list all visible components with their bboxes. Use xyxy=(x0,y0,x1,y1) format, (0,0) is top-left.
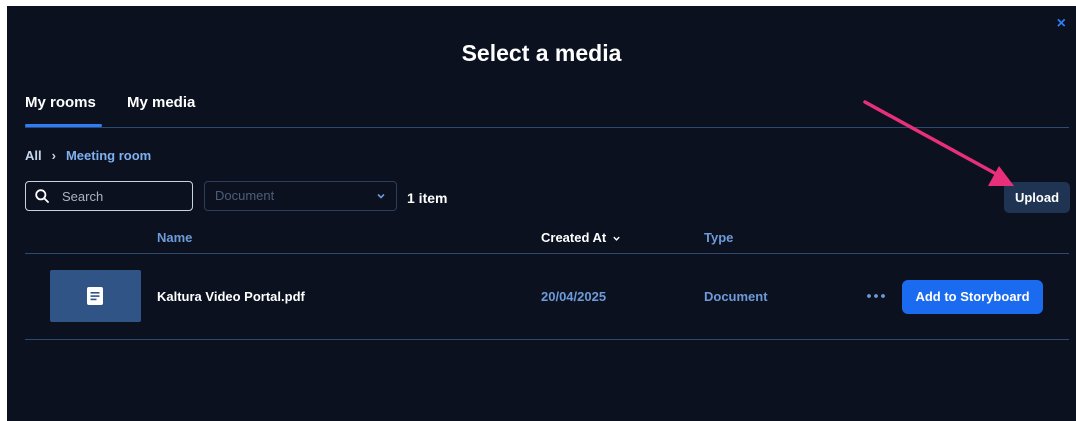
media-type: Document xyxy=(704,289,768,304)
upload-button[interactable]: Upload xyxy=(1004,182,1070,213)
media-name: Kaltura Video Portal.pdf xyxy=(157,289,305,304)
media-created-at: 20/04/2025 xyxy=(541,289,607,304)
tabs-divider xyxy=(25,127,1069,128)
search-icon xyxy=(35,189,49,203)
chevron-down-icon xyxy=(377,193,385,199)
more-options-icon[interactable] xyxy=(865,289,887,303)
column-header-type[interactable]: Type xyxy=(704,230,733,245)
media-thumbnail[interactable] xyxy=(50,270,141,322)
select-media-modal: Select a media × My rooms My media All › M… xyxy=(7,6,1076,421)
close-icon[interactable]: × xyxy=(1057,16,1066,32)
tab-my-media[interactable]: My media xyxy=(127,94,195,111)
type-filter-value: Document xyxy=(215,188,275,203)
modal-title: Select a media xyxy=(461,40,622,66)
add-to-storyboard-button[interactable]: Add to Storyboard xyxy=(902,280,1043,314)
column-header-created-at[interactable]: Created At xyxy=(541,230,621,245)
breadcrumb-separator-icon: › xyxy=(51,148,56,163)
breadcrumb-all[interactable]: All xyxy=(25,148,42,163)
item-count: 1 item xyxy=(407,190,448,206)
tab-my-rooms[interactable]: My rooms xyxy=(25,94,96,111)
breadcrumb-meeting-room[interactable]: Meeting room xyxy=(66,148,151,163)
breadcrumb: All › Meeting room xyxy=(25,148,151,163)
column-header-name[interactable]: Name xyxy=(157,230,192,245)
search-input[interactable] xyxy=(62,187,187,205)
type-filter-select[interactable]: Document xyxy=(204,181,397,211)
table-divider xyxy=(25,339,1069,340)
column-header-created-at-label: Created At xyxy=(541,230,607,245)
document-icon xyxy=(87,287,103,305)
sort-chevron-down-icon xyxy=(613,236,620,241)
search-box[interactable] xyxy=(25,181,193,211)
table-divider xyxy=(25,253,1069,254)
